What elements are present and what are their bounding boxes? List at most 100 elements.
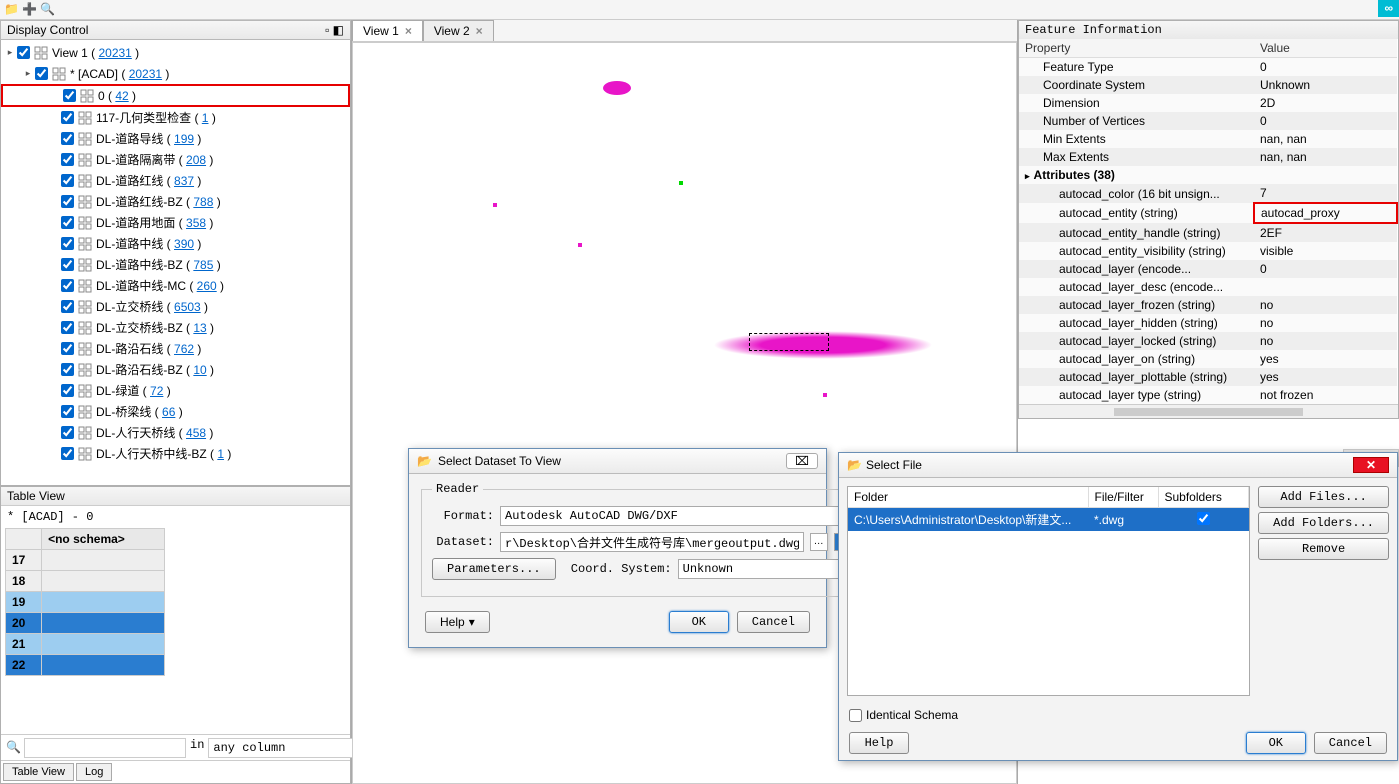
feature-info-grid[interactable]: PropertyValue Feature Type0Coordinate Sy…	[1019, 39, 1398, 404]
tree-acad[interactable]: ▸* [ACAD] ( 20231 )	[1, 63, 350, 84]
tab-table-view[interactable]: Table View	[3, 763, 74, 781]
coord-combo[interactable]	[678, 559, 840, 579]
table-row[interactable]: 17	[6, 550, 165, 571]
identical-schema-checkbox[interactable]	[849, 709, 862, 722]
property-row[interactable]: autocad_layer_plottable (string)yes	[1019, 368, 1397, 386]
layer-row[interactable]: DL-立交桥线-BZ ( 13 )	[1, 317, 350, 338]
help-button[interactable]: Help▾	[425, 611, 490, 633]
layer-row[interactable]: DL-道路中线-BZ ( 785 )	[1, 254, 350, 275]
layer-checkbox[interactable]	[61, 237, 74, 250]
table-row[interactable]: 20	[6, 613, 165, 634]
table-view-grid[interactable]: <no schema> 171819202122	[5, 528, 165, 676]
property-row[interactable]: autocad_entity_visibility (string)visibl…	[1019, 242, 1397, 260]
layer-checkbox[interactable]	[61, 426, 74, 439]
ok-button[interactable]: OK	[669, 611, 729, 633]
ok-button[interactable]: OK	[1246, 732, 1306, 754]
layer-row[interactable]: DL-道路隔离带 ( 208 )	[1, 149, 350, 170]
cancel-button[interactable]: Cancel	[1314, 732, 1387, 754]
layer-checkbox[interactable]	[61, 258, 74, 271]
layer-row[interactable]: DL-绿道 ( 72 )	[1, 380, 350, 401]
property-row[interactable]: Number of Vertices0	[1019, 112, 1397, 130]
layer-checkbox[interactable]	[35, 67, 48, 80]
layer-checkbox[interactable]	[61, 174, 74, 187]
subfolders-cell[interactable]	[1158, 508, 1249, 532]
layer-row[interactable]: DL-路沿石线-BZ ( 10 )	[1, 359, 350, 380]
property-row[interactable]: Coordinate SystemUnknown	[1019, 76, 1397, 94]
property-row[interactable]: autocad_layer_locked (string)no	[1019, 332, 1397, 350]
property-row[interactable]: autocad_layer (encode...0	[1019, 260, 1397, 278]
layer-checkbox[interactable]	[61, 447, 74, 460]
layer-checkbox[interactable]	[61, 384, 74, 397]
display-control-panel[interactable]: ▸View 1 ( 20231 )▸* [ACAD] ( 20231 )0 ( …	[0, 40, 351, 486]
layer-checkbox[interactable]	[61, 405, 74, 418]
property-row[interactable]: autocad_layer_desc (encode...	[1019, 278, 1397, 296]
no-schema-header[interactable]: <no schema>	[42, 529, 165, 550]
toolbar-icon[interactable]: 📁	[4, 2, 20, 18]
property-row[interactable]: Max Extentsnan, nan	[1019, 148, 1397, 166]
horizontal-scrollbar[interactable]	[1019, 404, 1398, 418]
browse-button[interactable]: …	[810, 533, 828, 551]
layer-row[interactable]: DL-道路用地面 ( 358 )	[1, 212, 350, 233]
property-row[interactable]: Min Extentsnan, nan	[1019, 130, 1397, 148]
layer-checkbox[interactable]	[61, 342, 74, 355]
layer-checkbox[interactable]	[61, 132, 74, 145]
property-row[interactable]: autocad_layer_on (string)yes	[1019, 350, 1397, 368]
property-row[interactable]: autocad_entity_handle (string)2EF	[1019, 223, 1397, 242]
layer-row[interactable]: DL-人行天桥线 ( 458 )	[1, 422, 350, 443]
tab-log[interactable]: Log	[76, 763, 112, 781]
layer-checkbox[interactable]	[61, 300, 74, 313]
format-combo[interactable]	[500, 506, 840, 526]
layer-checkbox[interactable]	[61, 111, 74, 124]
subfolder-checkbox[interactable]	[1197, 512, 1210, 525]
file-list[interactable]: Folder File/Filter Subfolders C:\Users\A…	[847, 486, 1250, 696]
table-row[interactable]: 22	[6, 655, 165, 676]
help-button[interactable]: Help	[849, 732, 909, 754]
layer-row[interactable]: DL-道路红线 ( 837 )	[1, 170, 350, 191]
layer-row[interactable]: 117-几何类型检查 ( 1 )	[1, 107, 350, 128]
view1-tab[interactable]: View 1×	[352, 20, 423, 41]
property-row[interactable]: autocad_entity (string)autocad_proxy	[1019, 203, 1397, 223]
layer-row[interactable]: DL-道路中线-MC ( 260 )	[1, 275, 350, 296]
layer-row[interactable]: DL-道路中线 ( 390 )	[1, 233, 350, 254]
add-files-button[interactable]: Add Files...	[1258, 486, 1389, 508]
search-column-combo[interactable]	[208, 738, 370, 758]
search-input[interactable]	[24, 738, 186, 758]
layer-checkbox[interactable]	[61, 153, 74, 166]
toolbar-icon[interactable]: ➕	[22, 2, 38, 18]
property-row[interactable]: Feature Type0	[1019, 58, 1397, 77]
layer-checkbox[interactable]	[61, 279, 74, 292]
layer-checkbox[interactable]	[17, 46, 30, 59]
property-row[interactable]: ▸Attributes (38)	[1019, 166, 1397, 184]
file-row[interactable]: C:\Users\Administrator\Desktop\新建文... *.…	[848, 508, 1249, 532]
layer-row[interactable]: DL-立交桥线 ( 6503 )	[1, 296, 350, 317]
remove-button[interactable]: Remove	[1258, 538, 1389, 560]
layer-checkbox[interactable]	[61, 195, 74, 208]
layer-row[interactable]: DL-桥梁线 ( 66 )	[1, 401, 350, 422]
parameters-button[interactable]: Parameters...	[432, 558, 556, 580]
table-row[interactable]: 21	[6, 634, 165, 655]
layer-row[interactable]: DL-路沿石线 ( 762 )	[1, 338, 350, 359]
property-row[interactable]: autocad_layer_hidden (string)no	[1019, 314, 1397, 332]
folder-col[interactable]: Folder	[848, 487, 1088, 508]
layer-checkbox[interactable]	[61, 363, 74, 376]
dialog-close-button[interactable]: ⌧	[786, 453, 818, 469]
property-row[interactable]: autocad_color (16 bit unsign...7	[1019, 184, 1397, 203]
close-icon[interactable]: ×	[405, 24, 412, 38]
close-button[interactable]: ✕	[1353, 457, 1389, 473]
cancel-button[interactable]: Cancel	[737, 611, 810, 633]
table-row[interactable]: 19	[6, 592, 165, 613]
layer-checkbox[interactable]	[63, 89, 76, 102]
layer-row[interactable]: 0 ( 42 )	[1, 84, 350, 107]
dataset-input[interactable]	[500, 532, 804, 552]
filter-col[interactable]: File/Filter	[1088, 487, 1158, 508]
layer-checkbox[interactable]	[61, 216, 74, 229]
subfolders-col[interactable]: Subfolders	[1158, 487, 1249, 508]
tree-root[interactable]: ▸View 1 ( 20231 )	[1, 42, 350, 63]
panel-buttons[interactable]: ▫ ◧	[325, 23, 344, 37]
layer-row[interactable]: DL-道路导线 ( 199 )	[1, 128, 350, 149]
toolbar-icon[interactable]: 🔍	[40, 2, 56, 18]
property-row[interactable]: autocad_layer type (string)not frozen	[1019, 386, 1397, 404]
table-row[interactable]: 18	[6, 571, 165, 592]
property-row[interactable]: autocad_layer_frozen (string)no	[1019, 296, 1397, 314]
add-folders-button[interactable]: Add Folders...	[1258, 512, 1389, 534]
